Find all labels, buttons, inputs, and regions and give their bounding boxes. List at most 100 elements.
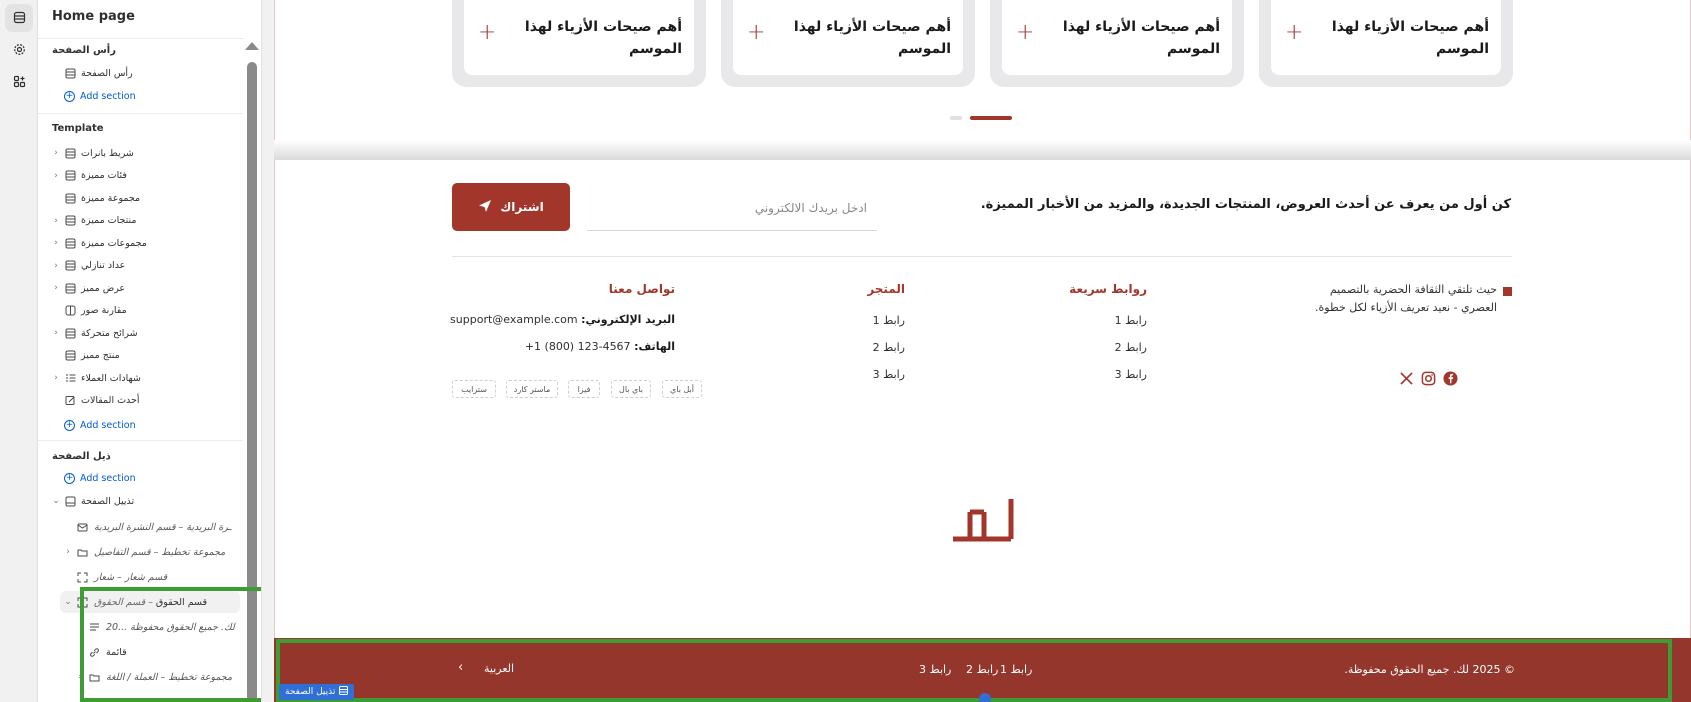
blog-card[interactable]: أهم صيحات الأزياء لهذا الموسم + [1259, 0, 1513, 87]
divider [38, 440, 244, 441]
scroll-up-arrow[interactable] [245, 42, 259, 50]
selection-highlight [276, 639, 1672, 702]
selection-highlight [80, 587, 261, 702]
plus-icon[interactable]: + [1016, 22, 1034, 44]
section-item[interactable]: › مجموعات مميزة [38, 232, 244, 254]
x-twitter-icon[interactable] [1398, 370, 1414, 386]
payment-badge: أبل باي [662, 380, 702, 398]
card-inner: أهم صيحات الأزياء لهذا الموسم + [1002, 0, 1232, 75]
add-section-button-header[interactable]: + Add section [64, 87, 136, 105]
section-icon [64, 345, 76, 367]
payment-badge: فيزا [568, 380, 600, 398]
add-section-button-template[interactable]: + Add section [64, 416, 136, 434]
add-section-button-footer[interactable]: + Add section [64, 469, 136, 487]
header-group-heading: رأس الصفحة [52, 45, 116, 56]
section-label: شهادات العملاء [81, 372, 141, 384]
store-heading: المتجر [867, 282, 905, 296]
contact-heading: تواصل معنا [608, 282, 675, 296]
footer-link[interactable]: رابط 2 [1115, 341, 1147, 354]
section-item[interactable]: › عرض مميز [38, 277, 244, 299]
blog-icon [64, 390, 76, 412]
section-item[interactable]: مقارنة صور [38, 300, 244, 322]
section-item[interactable]: › منتجات مميزة [38, 210, 244, 232]
card-title: أهم صيحات الأزياء لهذا الموسم [524, 19, 682, 57]
contact-email[interactable]: البريد الإلكتروني: support@example.com [450, 313, 675, 326]
email-input[interactable] [587, 185, 877, 231]
carousel-dot-active[interactable] [970, 116, 1012, 120]
card-inner: أهم صيحات الأزياء لهذا الموسم + [464, 0, 694, 75]
apps-tab-button[interactable] [5, 68, 33, 96]
section-item[interactable]: منتج مميز [38, 345, 244, 367]
chevron-down-icon[interactable]: ⌄ [64, 591, 72, 613]
email-value: support@example.com [450, 313, 578, 326]
footer-link[interactable]: رابط 1 [1115, 314, 1147, 327]
plus-icon[interactable]: + [1285, 22, 1303, 44]
footer-divider [452, 256, 1512, 257]
sections-tab-button[interactable] [5, 4, 33, 32]
chevron-right-icon[interactable]: › [52, 255, 60, 277]
plus-icon[interactable]: + [478, 22, 496, 44]
payment-badge: سترايب [452, 380, 496, 398]
instagram-icon[interactable] [1420, 370, 1436, 386]
folder-icon [76, 541, 88, 563]
section-item[interactable]: › عداد تنازلي [38, 255, 244, 277]
settings-tab-button[interactable] [5, 36, 33, 64]
section-item[interactable]: › شهادات العملاء [38, 367, 244, 389]
section-tag[interactable]: تذييل الصفحة [279, 684, 355, 700]
store-logo[interactable] [950, 496, 1014, 546]
section-icon [64, 165, 76, 187]
section-item[interactable]: › شرائح متحركة [38, 322, 244, 344]
add-circle-icon: + [64, 419, 75, 431]
section-item[interactable]: › شريط بانرات [38, 142, 244, 164]
footer-link[interactable]: رابط 2 [873, 341, 905, 354]
chevron-down-icon[interactable]: ⌄ [52, 490, 60, 512]
chevron-right-icon[interactable]: › [52, 142, 60, 164]
chevron-right-icon[interactable]: › [52, 277, 60, 299]
left-rail [0, 0, 38, 702]
card-title: أهم صيحات الأزياء لهذا الموسم [1062, 19, 1220, 57]
drag-handle[interactable] [979, 693, 991, 702]
block-item-newsletter[interactable]: ـرة البريدية – قسم النشرة البريدية [38, 516, 244, 538]
chevron-right-icon[interactable]: › [52, 232, 60, 254]
section-icon [64, 277, 76, 299]
carousel-dot[interactable] [950, 116, 962, 120]
footer-link[interactable]: رابط 3 [873, 368, 905, 381]
payment-badge: ماستر كارد [506, 380, 558, 398]
chevron-right-icon[interactable]: › [52, 165, 60, 187]
chevron-right-icon[interactable]: › [52, 322, 60, 344]
section-item[interactable]: مجموعة مميزة [38, 187, 244, 209]
section-label: شريط بانرات [81, 147, 134, 159]
brand-square [1503, 287, 1512, 296]
subscribe-button[interactable]: اشتراك [452, 183, 570, 231]
facebook-icon[interactable] [1442, 370, 1458, 386]
contact-phone[interactable]: الهاتف: +1 (800) 123-4567 [525, 340, 675, 353]
chevron-right-icon[interactable]: › [64, 541, 72, 563]
blog-card[interactable]: أهم صيحات الأزياء لهذا الموسم + [452, 0, 706, 87]
about-text: حيث تلتقي الثقافة الحضرية بالتصميم العصر… [1315, 283, 1497, 314]
footer-link[interactable]: رابط 3 [1115, 368, 1147, 381]
phone-value: +1 (800) 123-4567 [524, 340, 631, 353]
gear-icon [13, 41, 26, 60]
template-group-heading: Template [52, 123, 104, 134]
store-preview: أهم صيحات الأزياء لهذا الموسم + أهم صيحا… [274, 0, 1691, 702]
block-item-layout-details[interactable]: › مجموعة تخطيط – قسم التفاصيل [38, 541, 244, 563]
plus-icon[interactable]: + [747, 22, 765, 44]
block-item-logo[interactable]: قسم شعار – شعار [38, 566, 244, 588]
section-item-header[interactable]: رأس الصفحة [38, 62, 244, 84]
section-item[interactable]: › فئات مميزة [38, 165, 244, 187]
section-label: فئات مميزة [81, 170, 127, 181]
footer-link[interactable]: رابط 1 [873, 314, 905, 327]
add-section-label: Add section [80, 419, 136, 431]
blog-card[interactable]: أهم صيحات الأزياء لهذا الموسم + [721, 0, 975, 87]
frame-icon [76, 566, 88, 588]
section-icon [64, 187, 76, 209]
section-icon [339, 686, 349, 698]
preview-frame [274, 0, 1691, 702]
section-item-footer[interactable]: ⌄ تذييل الصفحة [38, 490, 244, 512]
blog-card[interactable]: أهم صيحات الأزياء لهذا الموسم + [990, 0, 1244, 87]
chevron-right-icon[interactable]: › [52, 210, 60, 232]
section-item[interactable]: أحدث المقالات [38, 390, 244, 412]
section-icon [64, 142, 76, 164]
chevron-right-icon[interactable]: › [52, 367, 60, 389]
section-divider-shadow [274, 140, 1691, 160]
